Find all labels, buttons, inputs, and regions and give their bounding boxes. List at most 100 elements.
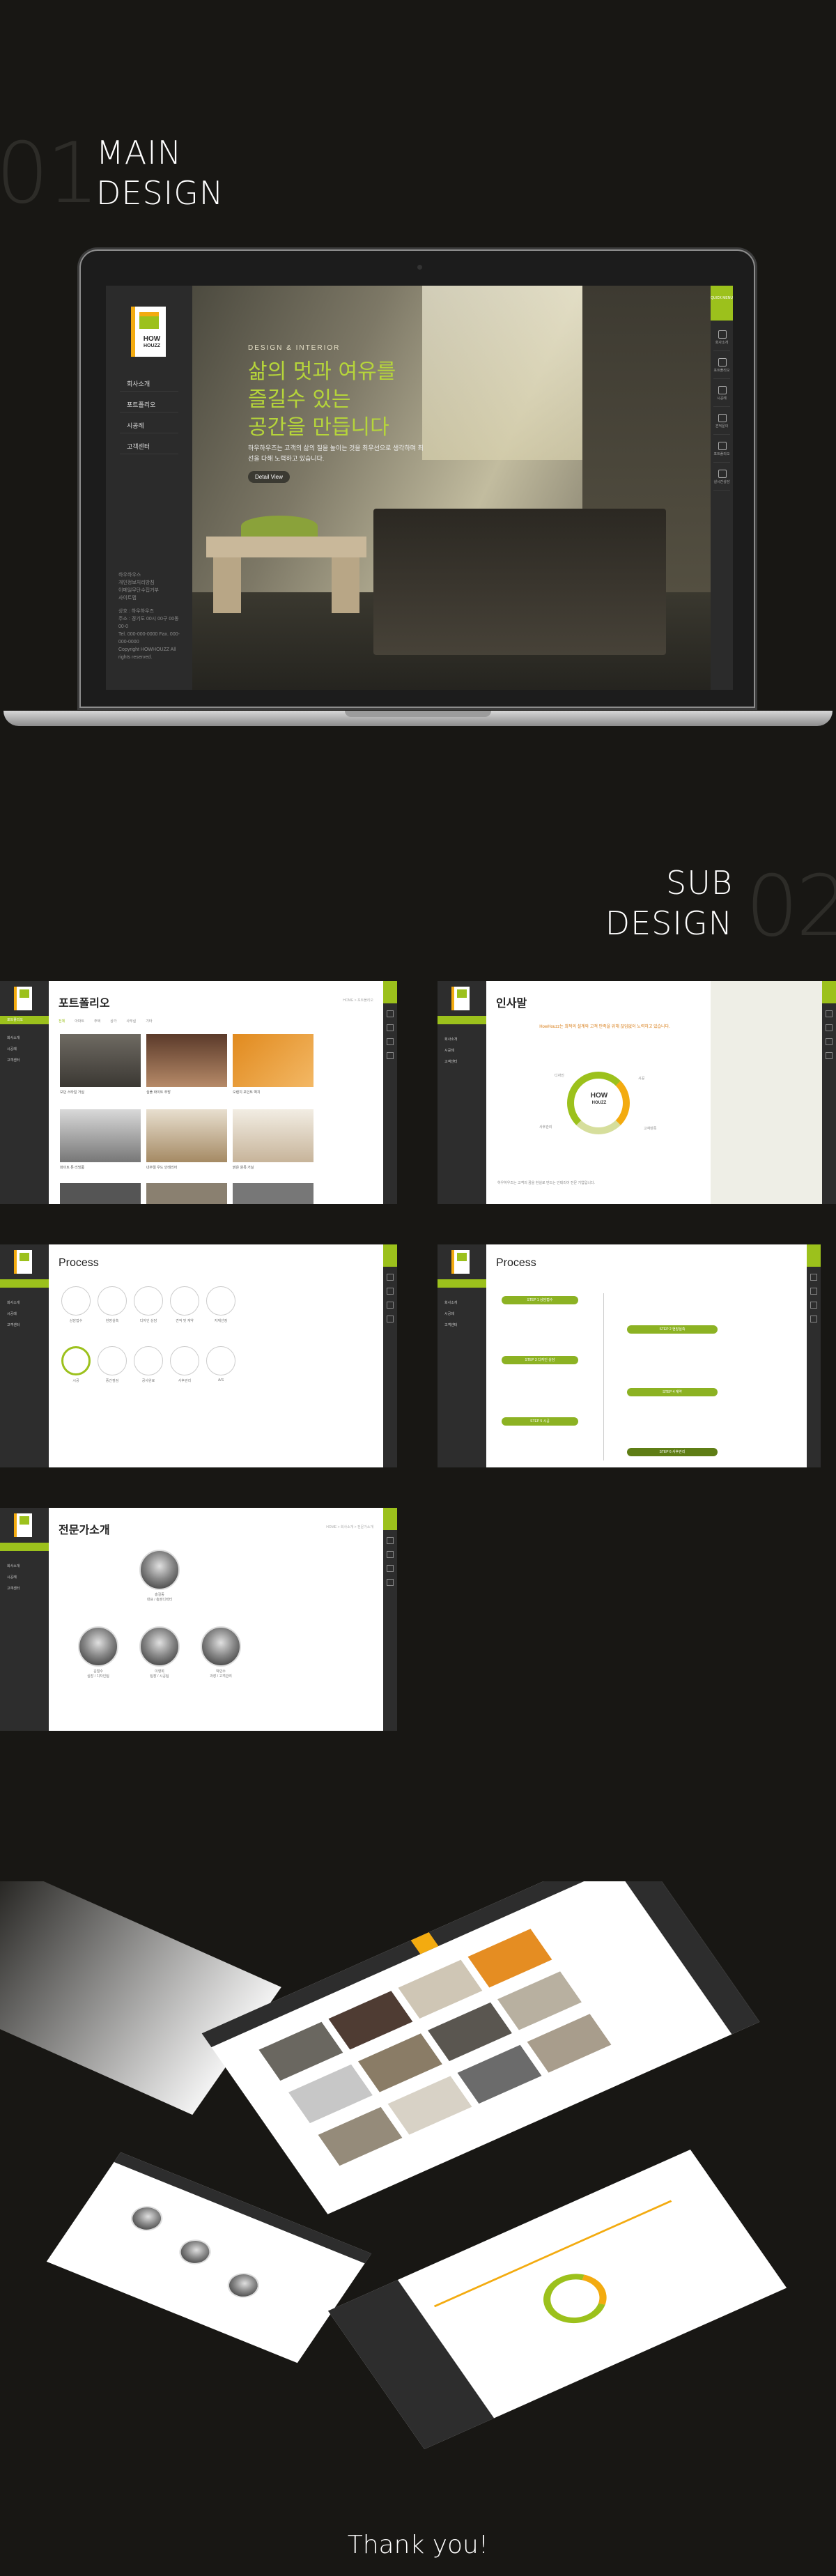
portfolio-thumb[interactable] bbox=[60, 1109, 141, 1162]
step-icon[interactable] bbox=[134, 1286, 163, 1316]
expert-avatar[interactable] bbox=[201, 1626, 241, 1667]
main-title-line2: DESIGN bbox=[96, 174, 224, 212]
side-menu-item[interactable]: 포트폴리오 bbox=[7, 1017, 42, 1022]
main-sidebar: HOW HOUZZ 회사소개 포트폴리오 시공례 고객센터 하우하우스 개인정보… bbox=[106, 286, 192, 690]
detail-view-button[interactable]: Detail View bbox=[248, 471, 290, 483]
side-menu-item[interactable]: 회사소개 bbox=[444, 1037, 479, 1042]
quick-item[interactable]: 견적문의 bbox=[713, 411, 730, 435]
side-menu-item[interactable]: 시공례 bbox=[7, 1311, 42, 1316]
step-icon[interactable] bbox=[206, 1286, 235, 1316]
side-menu-item[interactable]: 시공례 bbox=[444, 1311, 479, 1316]
side-menu-item[interactable]: 고객센터 bbox=[7, 1322, 42, 1327]
filter-tabs: 전체 아파트 주택 상가 사무실 기타 bbox=[59, 1019, 152, 1024]
brand-logo[interactable] bbox=[451, 1250, 470, 1274]
brand-logo[interactable] bbox=[451, 987, 470, 1010]
footer-link[interactable]: 하우하우스 bbox=[118, 571, 185, 579]
filter-tab[interactable]: 사무실 bbox=[126, 1019, 136, 1024]
portfolio-thumb[interactable] bbox=[60, 1034, 141, 1087]
menu-item-3[interactable]: 시공례 bbox=[120, 415, 178, 433]
hero-title: 삶의 멋과 여유를 즐길수 있는 공간을 만듭니다 bbox=[248, 360, 396, 440]
page-title: 전문가소개 bbox=[59, 1525, 110, 1536]
expert-avatar[interactable] bbox=[78, 1626, 118, 1667]
portfolio-thumb[interactable] bbox=[146, 1034, 227, 1087]
company-info: Copyright HOWHOUZZ All rights reserved. bbox=[118, 647, 176, 660]
quick-item[interactable]: 포트폴리오 bbox=[713, 439, 730, 463]
step-icon[interactable] bbox=[170, 1346, 199, 1375]
quick-item[interactable]: 포트폴리오 bbox=[713, 355, 730, 379]
logo-line1: HOW bbox=[143, 335, 161, 343]
ring-label: 고객만족 bbox=[644, 1127, 657, 1131]
portfolio-caption: 모던 스타일 거실 bbox=[60, 1090, 84, 1095]
sub-section-title: SUB DESIGN bbox=[599, 863, 733, 943]
side-menu-item[interactable]: 시공례 bbox=[7, 1575, 42, 1580]
side-menu-item[interactable]: 시공례 bbox=[444, 1048, 479, 1053]
brand-logo[interactable]: HOW HOUZZ bbox=[131, 307, 166, 357]
footer-link[interactable]: 이메일무단수집거부 bbox=[118, 587, 185, 594]
timeline-step: STEP 2 현장실측 bbox=[627, 1325, 718, 1334]
portfolio-caption: 오렌지 포인트 벽지 bbox=[233, 1090, 261, 1095]
sub-title-line1: SUB bbox=[666, 864, 733, 902]
hero-tag: DESIGN & INTERIOR bbox=[248, 344, 341, 352]
timeline-step: STEP 4 계약 bbox=[627, 1388, 718, 1396]
side-menu-item[interactable]: 회사소개 bbox=[7, 1300, 42, 1305]
step-icon[interactable] bbox=[206, 1346, 235, 1375]
quick-menu-badge: QUICK MENU bbox=[711, 286, 733, 321]
filter-tab[interactable]: 전체 bbox=[59, 1019, 65, 1024]
timeline-step: STEP 1 상담접수 bbox=[502, 1296, 578, 1304]
expert-avatar[interactable] bbox=[139, 1550, 180, 1590]
bathtub-image bbox=[373, 509, 666, 655]
experts-page: 회사소개 시공례 고객센터 전문가소개 HOME > 회사소개 > 전문가소개 … bbox=[0, 1508, 397, 1731]
portfolio-caption: 밝은 원목 거실 bbox=[233, 1166, 254, 1170]
quick-item[interactable]: 실시간상담 bbox=[713, 467, 730, 491]
portfolio-thumb[interactable] bbox=[146, 1109, 227, 1162]
ring-label: 시공 bbox=[638, 1077, 645, 1081]
portfolio-thumb[interactable] bbox=[233, 1109, 314, 1162]
side-menu-item[interactable]: 고객센터 bbox=[444, 1059, 479, 1064]
step-icon[interactable] bbox=[98, 1346, 127, 1375]
brand-logo[interactable] bbox=[14, 1250, 32, 1274]
step-icon-active[interactable] bbox=[61, 1346, 91, 1375]
sub-title-line2: DESIGN bbox=[605, 904, 733, 942]
menu-item-1[interactable]: 회사소개 bbox=[120, 373, 178, 392]
side-menu-item[interactable]: 회사소개 bbox=[444, 1300, 479, 1305]
filter-tab[interactable]: 상가 bbox=[110, 1019, 116, 1024]
quick-menu bbox=[383, 1508, 397, 1731]
side-menu-item[interactable]: 회사소개 bbox=[7, 1035, 42, 1040]
greeting-footer: 하우하우즈는 고객의 꿈을 현실로 만드는 인테리어 전문 기업입니다. bbox=[497, 1181, 595, 1185]
menu-item-4[interactable]: 고객센터 bbox=[120, 436, 178, 454]
iso-greeting-card bbox=[327, 2150, 787, 2449]
filter-tab[interactable]: 주택 bbox=[94, 1019, 100, 1024]
quick-menu bbox=[383, 981, 397, 1204]
breadcrumb: HOME > 회사소개 > 전문가소개 bbox=[326, 1525, 373, 1529]
side-menu-item[interactable]: 고객센터 bbox=[7, 1586, 42, 1591]
portfolio-caption: 내추럴 우드 인테리어 bbox=[146, 1166, 178, 1170]
menu-item-2[interactable]: 포트폴리오 bbox=[120, 394, 178, 412]
greeting-lead: HowHouzz는 최적의 설계와 고객 만족을 위해 끊임없이 노력하고 있습… bbox=[539, 1025, 670, 1029]
quick-item[interactable]: 시공례 bbox=[713, 383, 730, 407]
brand-logo[interactable] bbox=[14, 987, 32, 1010]
process-icons-page: 회사소개 시공례 고객센터 Process 상담접수 현장실측 디자인 상담 견… bbox=[0, 1244, 397, 1467]
step-icon[interactable] bbox=[98, 1286, 127, 1316]
portfolio-page: 포트폴리오 회사소개 시공례 고객센터 포트폴리오 HOME > 포트폴리오 전… bbox=[0, 981, 397, 1204]
laptop-lid: HOW HOUZZ 회사소개 포트폴리오 시공례 고객센터 하우하우스 개인정보… bbox=[79, 249, 755, 708]
filter-tab[interactable]: 아파트 bbox=[75, 1019, 84, 1024]
step-icon[interactable] bbox=[61, 1286, 91, 1316]
side-menu-item[interactable]: 고객센터 bbox=[444, 1322, 479, 1327]
side-menu-item[interactable]: 고객센터 bbox=[7, 1058, 42, 1063]
footer-link[interactable]: 개인정보처리방침 bbox=[118, 579, 185, 587]
main-section-number: 01 bbox=[0, 125, 100, 222]
footer-link[interactable]: 사이트맵 bbox=[118, 594, 185, 602]
step-icon[interactable] bbox=[134, 1346, 163, 1375]
logo-line1: HOW bbox=[590, 1092, 608, 1100]
step-icon[interactable] bbox=[170, 1286, 199, 1316]
filter-tab[interactable]: 기타 bbox=[146, 1019, 152, 1024]
logo-line2: HOUZZ bbox=[591, 1101, 607, 1105]
side-menu-item[interactable]: 회사소개 bbox=[7, 1564, 42, 1568]
greeting-page: 회사소개 시공례 고객센터 인사말 HowHouzz는 최적의 설계와 고객 만… bbox=[438, 981, 836, 1204]
page-title: Process bbox=[59, 1257, 99, 1269]
expert-avatar[interactable] bbox=[139, 1626, 180, 1667]
brand-logo[interactable] bbox=[14, 1513, 32, 1537]
side-menu-item[interactable]: 시공례 bbox=[7, 1047, 42, 1051]
portfolio-thumb[interactable] bbox=[233, 1034, 314, 1087]
quick-item[interactable]: 회사소개 bbox=[713, 327, 730, 351]
